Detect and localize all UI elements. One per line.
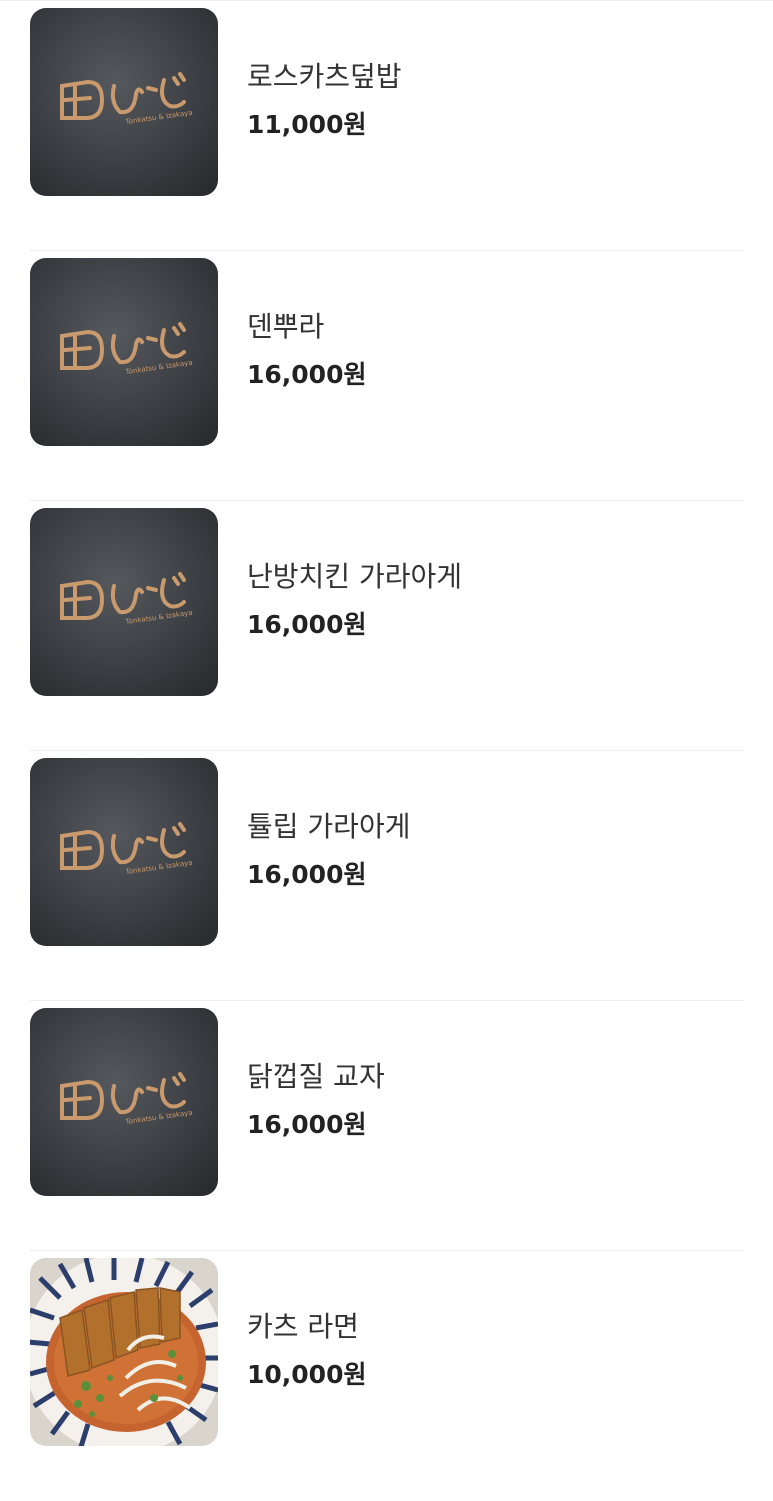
menu-item-price: 16,000원 <box>247 360 367 389</box>
menu-item-price: 16,000원 <box>247 610 367 639</box>
katsu-ramen-photo <box>30 1258 218 1446</box>
menu-item-tulip-karaage[interactable]: Tonkatsu & Izakaya 튤립 가라아게 16,000원 <box>30 751 744 1001</box>
restaurant-logo-image: Tonkatsu & Izakaya <box>30 258 218 446</box>
restaurant-logo-image: Tonkatsu & Izakaya <box>30 8 218 196</box>
menu-item-katsu-ramen[interactable]: 카츠 라면 10,000원 <box>30 1251 744 1501</box>
menu-item-price: 11,000원 <box>247 110 367 139</box>
menu-item-name: 로스카츠덮밥 <box>247 60 402 93</box>
menu-item-name: 닭껍질 교자 <box>247 1060 385 1093</box>
menu-item-tempura[interactable]: Tonkatsu & Izakaya 덴뿌라 16,000원 <box>30 251 744 501</box>
menu-item-name: 튤립 가라아게 <box>247 810 411 843</box>
restaurant-logo-image: Tonkatsu & Izakaya <box>30 1008 218 1196</box>
menu-item-image: Tonkatsu & Izakaya <box>30 258 218 446</box>
menu-item-image <box>30 1258 218 1446</box>
menu-item-name: 카츠 라면 <box>247 1310 359 1343</box>
menu-item-price: 16,000원 <box>247 1110 367 1139</box>
menu-list: Tonkatsu & Izakaya 로스카츠덮밥 11,000원 Tonkat… <box>0 0 773 1458</box>
menu-item-image: Tonkatsu & Izakaya <box>30 8 218 196</box>
menu-item-image: Tonkatsu & Izakaya <box>30 508 218 696</box>
menu-item-nanban-karaage[interactable]: Tonkatsu & Izakaya 난방치킨 가라아게 16,000원 <box>30 501 744 751</box>
menu-item-price: 16,000원 <box>247 860 367 889</box>
menu-item-chicken-skin-gyoza[interactable]: Tonkatsu & Izakaya 닭껍질 교자 16,000원 <box>30 1001 744 1251</box>
menu-item-roskatsu-don[interactable]: Tonkatsu & Izakaya 로스카츠덮밥 11,000원 <box>30 1 744 251</box>
menu-item-price: 10,000원 <box>247 1360 367 1389</box>
menu-item-image: Tonkatsu & Izakaya <box>30 1008 218 1196</box>
menu-item-name: 난방치킨 가라아게 <box>247 560 462 593</box>
restaurant-logo-image: Tonkatsu & Izakaya <box>30 758 218 946</box>
menu-item-name: 덴뿌라 <box>247 310 325 343</box>
menu-item-image: Tonkatsu & Izakaya <box>30 758 218 946</box>
restaurant-logo-image: Tonkatsu & Izakaya <box>30 508 218 696</box>
